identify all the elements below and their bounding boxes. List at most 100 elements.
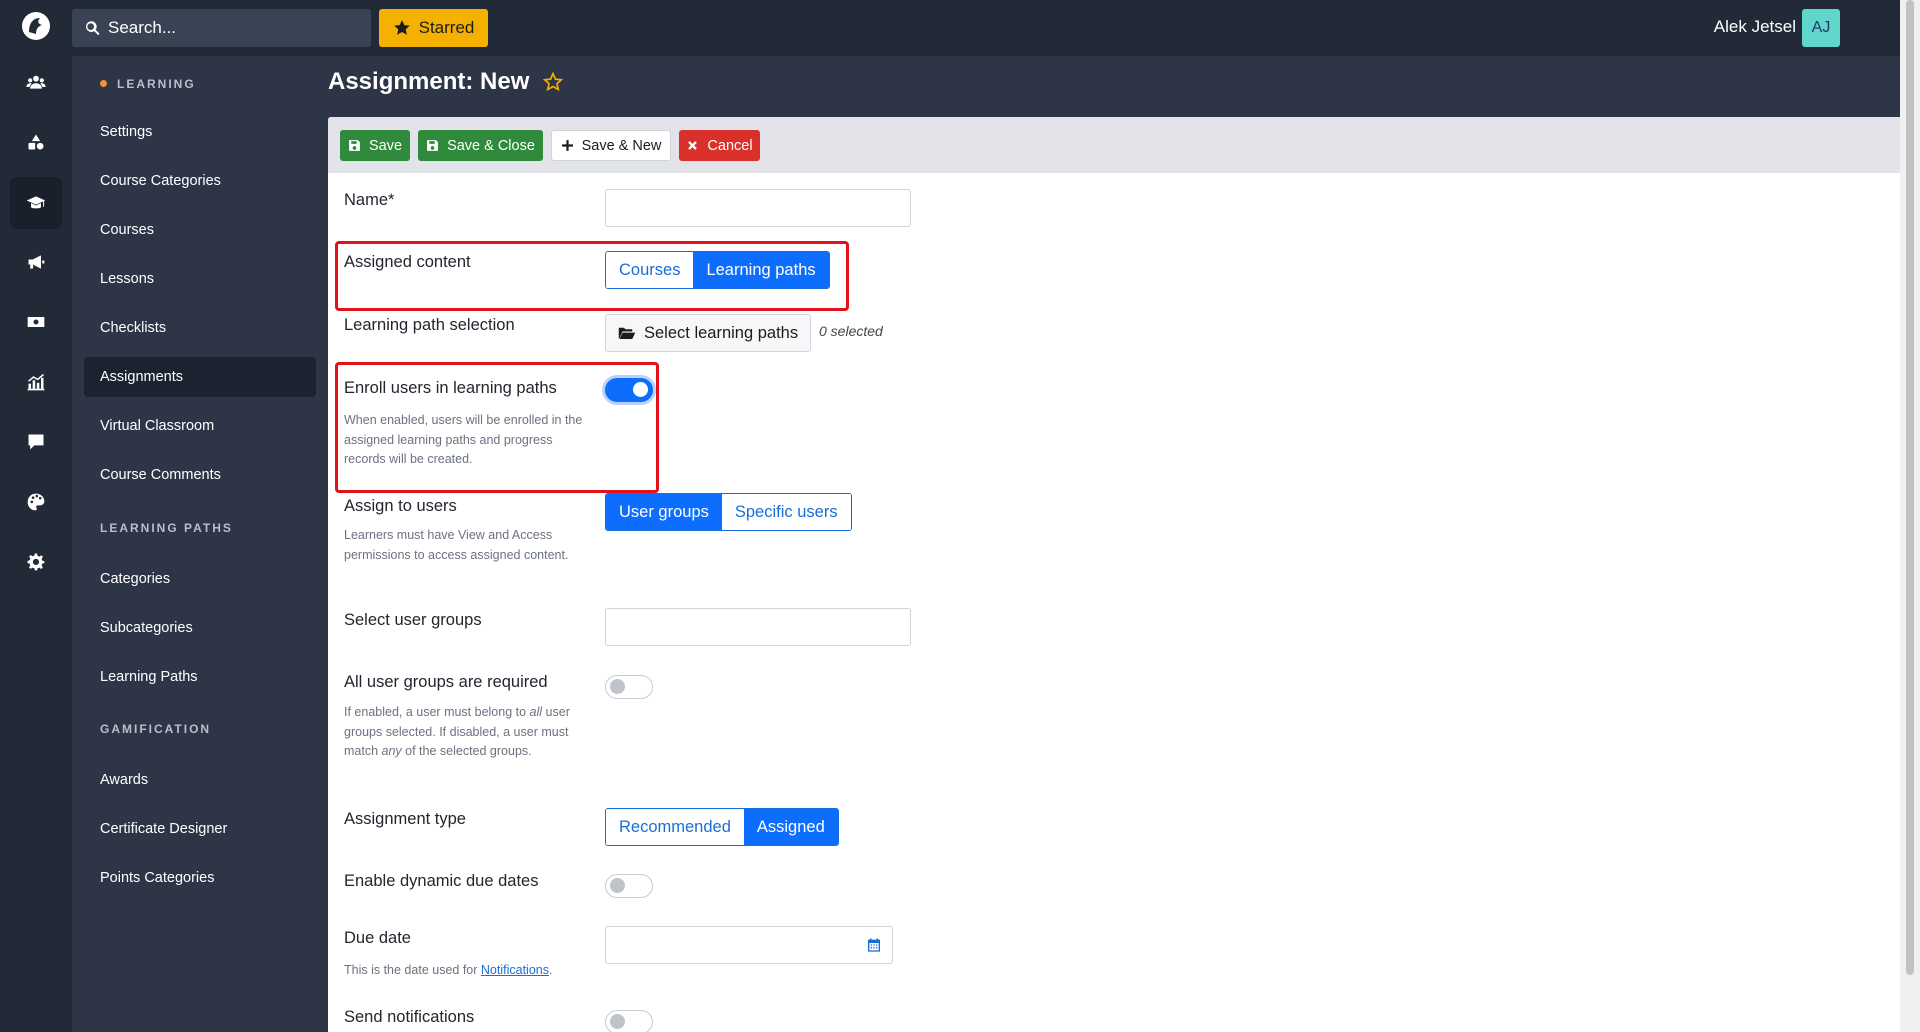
due-date-label: Due date [344,929,411,947]
search-icon [86,21,100,36]
assign-users-label: Assign to users [344,497,457,515]
save-new-button[interactable]: Save & New [551,130,671,161]
sidebar-item-virtual-classroom[interactable]: Virtual Classroom [84,406,316,446]
assign-users-toggle: User groups Specific users [605,493,852,531]
send-notifications-toggle[interactable] [605,1010,653,1032]
users-icon[interactable] [10,56,62,108]
money-icon[interactable] [10,296,62,348]
toggle-knob [610,1014,625,1029]
cancel-label: Cancel [707,137,753,154]
sidebar-section-learning: LEARNING [100,77,196,91]
assignment-type-toggle: Recommended Assigned [605,808,839,846]
section-title-label: LEARNING [117,77,196,91]
toolbar: Save Save & Close Save & New Cancel [328,117,1900,173]
sidebar-item-course-comments[interactable]: Course Comments [84,455,316,495]
due-date-help: This is the date used for Notifications. [344,961,644,981]
assigned-content-toggle: Courses Learning paths [605,251,830,289]
sidebar-item-learning-paths[interactable]: Learning Paths [84,657,316,697]
palette-icon[interactable] [10,476,62,528]
cancel-button[interactable]: Cancel [679,130,760,161]
sidebar-item-subcategories[interactable]: Subcategories [84,608,316,648]
page-title-text: Assignment: New [328,68,530,95]
select-groups-label: Select user groups [344,611,482,629]
floppy-icon [349,140,360,151]
toggle-knob [610,878,625,893]
gear-icon[interactable] [10,536,62,588]
lp-selected-count: 0 selected [819,323,883,339]
select-learning-paths-label: Select learning paths [644,323,799,342]
avatar[interactable]: AJ [1802,9,1840,47]
star-icon [393,20,410,35]
sidebar-item-assignments[interactable]: Assignments [84,357,316,397]
graduation-cap-icon[interactable] [10,177,62,229]
plus-icon [561,140,573,151]
all-groups-help: If enabled, a user must belong to all us… [344,703,584,762]
all-groups-help-em2: any [381,744,402,758]
assigned-content-option-courses[interactable]: Courses [606,252,694,288]
assigned-content-option-learning-paths[interactable]: Learning paths [693,252,829,288]
select-groups-field[interactable] [605,608,911,646]
folder-open-icon [618,327,636,339]
comment-icon[interactable] [10,416,62,468]
save-close-button[interactable]: Save & Close [418,130,543,161]
megaphone-icon[interactable] [10,236,62,288]
save-label: Save [368,137,403,154]
user-name[interactable]: Alek Jetsel [1714,17,1796,37]
assigned-content-label: Assigned content [344,253,471,271]
top-bar: Search... Starred Alek Jetsel AJ [72,0,1900,56]
save-close-label: Save & Close [447,137,535,154]
chart-icon[interactable] [10,356,62,408]
send-notifications-label: Send notifications [344,1008,475,1026]
toggle-knob [610,679,625,694]
assignment-type-option-recommended[interactable]: Recommended [606,809,744,845]
due-date-field[interactable] [605,926,893,964]
calendar-icon[interactable] [866,937,882,953]
sidebar-item-categories[interactable]: Categories [84,559,316,599]
notifications-link[interactable]: Notifications [481,963,549,977]
all-groups-toggle[interactable] [605,675,653,699]
enroll-label: Enroll users in learning paths [344,379,557,397]
scrollbar-thumb[interactable] [1906,0,1914,975]
sidebar-item-checklists[interactable]: Checklists [84,308,316,348]
sidebar: LEARNING Settings Course Categories Cour… [72,56,328,1032]
sidebar-section-gamification: GAMIFICATION [100,722,212,736]
sidebar-item-awards[interactable]: Awards [84,760,316,800]
dynamic-due-toggle[interactable] [605,874,653,898]
assign-users-option-specific-users[interactable]: Specific users [721,494,851,530]
floppy-icon [427,140,438,151]
enroll-toggle[interactable] [605,378,653,402]
close-icon [688,141,698,150]
section-dot [100,80,107,87]
sidebar-item-courses[interactable]: Courses [84,210,316,250]
save-button[interactable]: Save [340,130,410,161]
sidebar-item-certificate-designer[interactable]: Certificate Designer [84,809,316,849]
all-groups-label: All user groups are required [344,673,548,691]
due-date-help-suffix: . [548,963,553,977]
sidebar-item-course-categories[interactable]: Course Categories [84,161,316,201]
assignment-type-label: Assignment type [344,810,466,828]
assign-users-option-user-groups[interactable]: User groups [606,494,722,530]
shapes-icon[interactable] [10,116,62,168]
form-panel: Save Save & Close Save & New Cancel Name… [328,117,1900,1032]
all-groups-help-part1: If enabled, a user must belong to [344,705,530,719]
select-learning-paths-button[interactable]: Select learning paths [605,314,812,352]
lp-selection-label: Learning path selection [344,316,515,334]
assign-users-help: Learners must have View and Access permi… [344,528,569,562]
name-field[interactable] [605,189,911,227]
icon-rail [0,0,72,1032]
assignment-type-option-assigned[interactable]: Assigned [743,809,838,845]
name-label: Name* [344,191,395,209]
starred-button[interactable]: Starred [379,9,488,47]
due-date-help-prefix: This is the date used for [344,963,481,977]
search-input[interactable]: Search... [72,9,371,47]
app-logo-icon[interactable] [20,10,52,42]
favorite-star-icon[interactable] [543,72,564,92]
page-title: Assignment: New [328,68,564,96]
sidebar-item-settings[interactable]: Settings [84,112,316,152]
sidebar-item-lessons[interactable]: Lessons [84,259,316,299]
search-placeholder: Search... [108,18,177,37]
page-scrollbar[interactable] [1900,0,1920,1032]
sidebar-section-learning-paths: LEARNING PATHS [100,521,233,535]
sidebar-item-points-categories[interactable]: Points Categories [84,858,316,898]
enroll-help: When enabled, users will be enrolled in … [344,413,583,466]
